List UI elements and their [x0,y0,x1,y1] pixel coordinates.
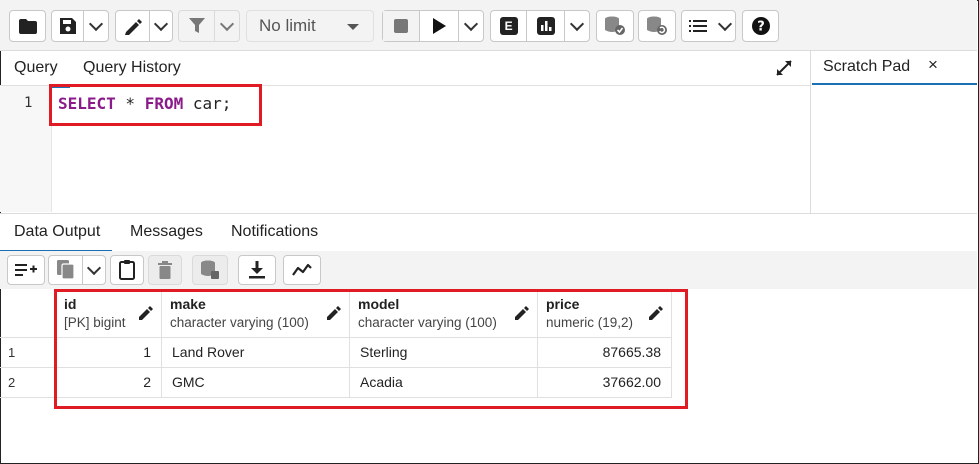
table-row-number[interactable]: 2 [0,368,56,398]
copy-dropdown-button[interactable] [82,256,105,284]
output-tab-bar: Data Output Messages Notifications [0,213,977,252]
add-row-button[interactable] [7,255,45,285]
database-save-icon [201,260,219,279]
edit-button-group [115,10,173,42]
stop-icon [394,19,408,33]
graph-visualiser-button[interactable] [283,255,321,285]
result-toolbar [0,251,977,289]
clipboard-icon [119,260,135,280]
database-rollback-icon [647,16,667,35]
stop-button[interactable] [383,11,419,41]
chevron-down-icon [570,16,585,32]
scratch-pad-divider [810,51,811,213]
query-tab-bar: Query Query History [0,51,810,88]
line-chart-icon [292,263,312,276]
filter-dropdown-button[interactable] [214,11,239,41]
query-highlight-box [49,84,262,126]
macros-dropdown-button[interactable] [714,11,735,41]
save-data-button[interactable] [192,255,228,285]
save-button-group [51,10,109,42]
filter-icon [188,18,205,33]
filter-button[interactable] [179,11,214,41]
copy-button[interactable] [49,256,82,284]
tab-data-output[interactable]: Data Output [0,223,113,252]
tab-notifications[interactable]: Notifications [231,223,318,241]
tab-scratch-pad[interactable]: Scratch Pad × [812,51,977,85]
row-limit-value: No limit [259,16,316,35]
chevron-down-icon [463,16,479,32]
explain-letter: E [504,19,513,33]
macros-button[interactable] [682,11,714,41]
commit-button[interactable] [596,10,634,42]
row-number: 1 [8,345,16,360]
rollback-button[interactable] [638,10,676,42]
tab-query-history[interactable]: Query History [83,59,181,77]
play-icon [433,18,446,34]
scratch-pad-label: Scratch Pad [823,58,911,75]
result-highlight-box [54,289,688,409]
explain-analyze-button[interactable] [526,11,564,41]
explain-button[interactable]: E [491,11,526,41]
row-number-header [0,290,56,338]
row-number: 2 [8,375,16,390]
explain-button-group: E [490,10,590,42]
copy-icon [56,260,75,280]
explain-dropdown-button[interactable] [564,11,589,41]
close-icon[interactable]: × [928,55,938,75]
open-file-button[interactable] [9,10,46,42]
tab-query[interactable]: Query [0,59,70,88]
pen-icon [124,19,142,35]
help-button[interactable]: ? [742,10,779,42]
save-icon [59,18,76,34]
execute-dropdown-button[interactable] [458,11,483,41]
help-icon: ? [751,17,770,35]
chevron-down-icon [220,16,235,32]
add-row-icon [15,264,37,276]
delete-row-button[interactable] [148,255,182,285]
trash-icon [158,261,172,279]
chevron-down-icon [717,16,732,32]
save-dropdown-button[interactable] [83,11,108,41]
line-number: 1 [24,95,33,111]
macros-button-group [681,10,736,42]
download-button[interactable] [238,255,276,285]
main-toolbar: No limit E ? [0,0,977,51]
database-commit-icon [605,16,625,35]
explain-icon: E [499,17,518,35]
table-row-number[interactable]: 1 [0,338,56,368]
tab-messages[interactable]: Messages [130,223,203,241]
filter-button-group [178,10,240,42]
save-button[interactable] [52,11,83,41]
bar-chart-icon [536,17,555,35]
download-icon [249,261,265,279]
execute-button[interactable] [419,11,458,41]
paste-button[interactable] [110,255,144,285]
caret-down-icon [347,24,359,30]
copy-button-group [48,255,106,285]
chevron-down-icon [87,260,102,276]
execute-button-group [382,10,484,42]
edit-dropdown-button[interactable] [149,11,172,41]
row-limit-select[interactable]: No limit [246,10,374,42]
svg-text:?: ? [757,20,765,35]
folder-icon [18,18,37,34]
edit-button[interactable] [116,11,149,41]
list-icon [689,20,707,32]
maximize-icon[interactable] [775,59,793,77]
chevron-down-icon [89,16,104,32]
chevron-down-icon [154,16,169,32]
